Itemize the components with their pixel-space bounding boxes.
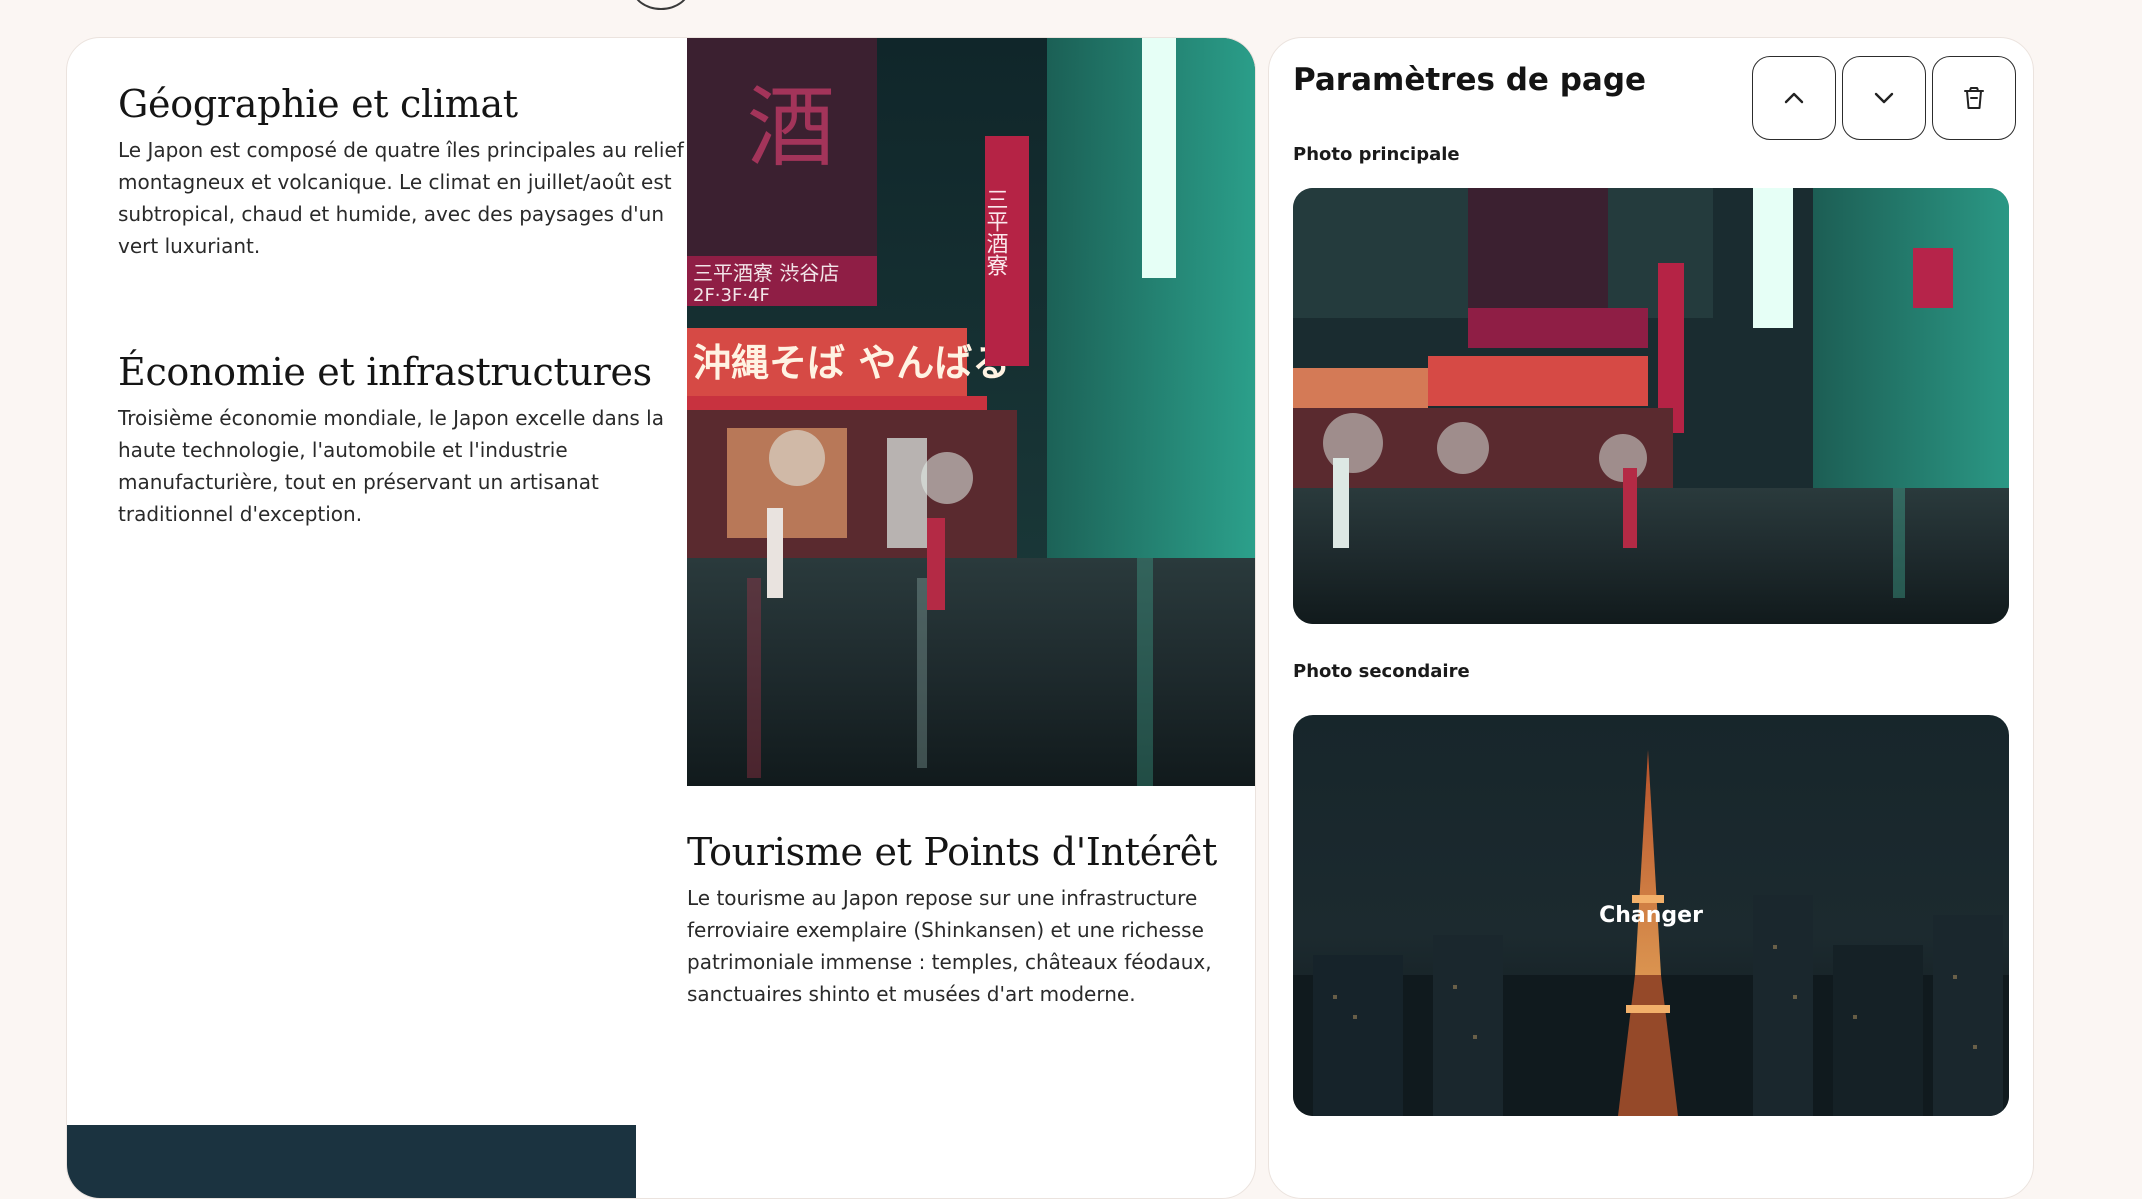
section-title: Géographie et climat: [118, 82, 518, 126]
change-photo-button[interactable]: Changer: [1293, 903, 2009, 928]
move-down-button[interactable]: [1842, 56, 1926, 140]
panel-title: Paramètres de page: [1293, 62, 1647, 98]
sign-noodles: 沖縄そば やんばる: [693, 341, 1010, 385]
main-photo: 酒 三平酒寮 渋谷店 2F·3F·4F 沖縄そば やんばる 三平酒寮: [687, 38, 1255, 786]
sign-floors: 2F·3F·4F: [693, 285, 770, 306]
section-tourisme: Tourisme et Points d'Intérêt Le tourisme…: [687, 830, 1247, 1010]
main-photo-thumbnail[interactable]: [1293, 188, 2009, 624]
page-preview: Géographie et climat Le Japon est compos…: [66, 37, 1256, 1199]
section-text: Le tourisme au Japon repose sur une infr…: [687, 885, 1212, 1006]
secondary-photo-label: Photo secondaire: [1293, 661, 1470, 682]
section-text: Le Japon est composé de quatre îles prin…: [118, 137, 684, 258]
sign-sake-house: 三平酒寮 渋谷店: [693, 261, 839, 285]
sign-vertical-left: 酒: [747, 76, 835, 179]
trash-icon: [1964, 87, 1984, 109]
bottom-photo: [67, 1125, 636, 1198]
main-photo-label: Photo principale: [1293, 144, 1460, 165]
section-text: Troisième économie mondiale, le Japon ex…: [118, 405, 664, 526]
section-geographie: Géographie et climat Le Japon est compos…: [118, 82, 708, 262]
page-indicator[interactable]: [632, 0, 690, 10]
section-title: Tourisme et Points d'Intérêt: [687, 830, 1217, 874]
chevron-down-icon: [1874, 92, 1894, 104]
sign-vertical-right: 三平酒寮: [983, 188, 1009, 276]
section-economie: Économie et infrastructures Troisième éc…: [118, 350, 678, 530]
page-settings-panel: Paramètres de page Photo principale Phot…: [1268, 37, 2034, 1199]
move-up-button[interactable]: [1752, 56, 1836, 140]
secondary-photo-thumbnail[interactable]: Changer: [1293, 715, 2009, 1116]
delete-button[interactable]: [1932, 56, 2016, 140]
chevron-up-icon: [1784, 92, 1804, 104]
section-title: Économie et infrastructures: [118, 350, 652, 394]
